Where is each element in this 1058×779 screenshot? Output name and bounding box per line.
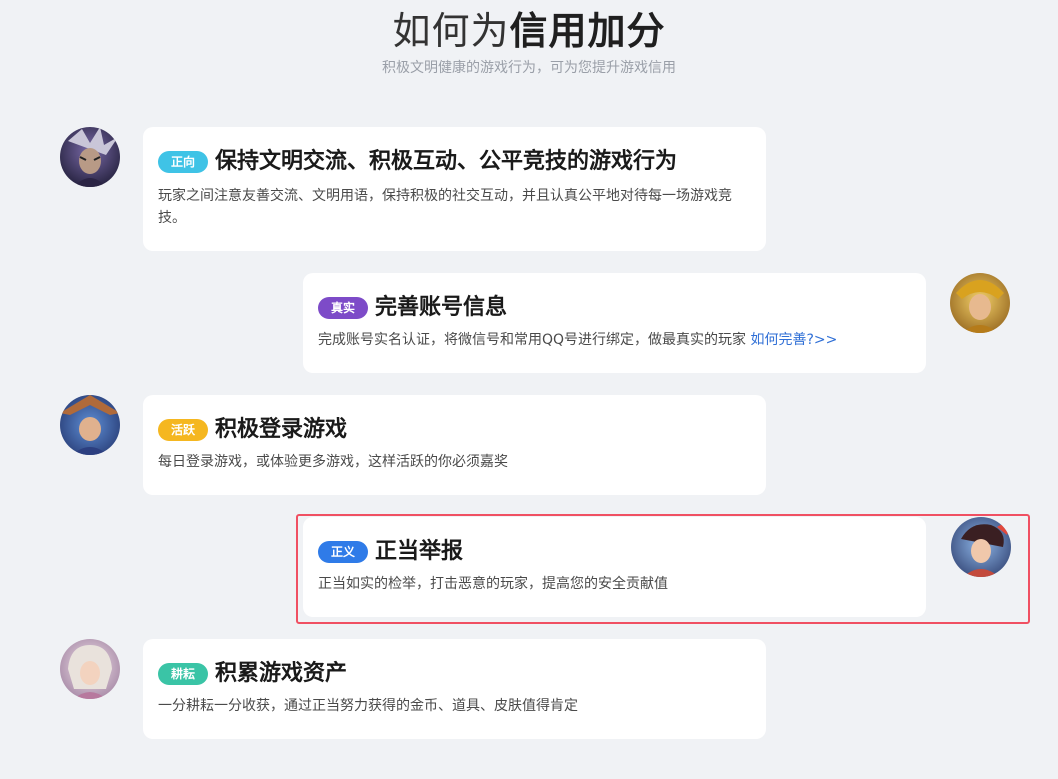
card-description: 一分耕耘一分收获，通过正当努力获得的金币、道具、皮肤值得肯定: [158, 698, 578, 714]
card-description: 玩家之间注意友善交流、文明用语，保持积极的社交互动，并且认真公平地对待每一场游戏…: [158, 188, 732, 226]
page-title-normal: 如何为: [392, 9, 510, 53]
card-header: 耕耘 积累游戏资产: [158, 659, 347, 689]
card-title: 完善账号信息: [375, 295, 508, 320]
page-title: 如何为信用加分: [0, 8, 1058, 54]
card-account-info: 真实 完善账号信息 完成账号实名认证，将微信号和常用QQ号进行绑定，做最真实的玩…: [303, 273, 926, 373]
tag-badge: 活跃: [158, 419, 209, 441]
dark-knight-avatar-icon: [60, 127, 120, 187]
card-description-text: 完成账号实名认证，将微信号和常用QQ号进行绑定，做最真实的玩家: [318, 332, 747, 348]
card-title: 积累游戏资产: [215, 661, 348, 686]
card-title: 积极登录游戏: [215, 417, 348, 442]
card-header: 真实 完善账号信息: [318, 293, 507, 323]
card-description: 正当如实的检举，打击恶意的玩家，提高您的安全贡献值: [318, 576, 668, 592]
card-civil-behavior: 正向 保持文明交流、积极互动、公平竞技的游戏行为 玩家之间注意友善交流、文明用语…: [143, 127, 766, 251]
how-to-complete-link[interactable]: 如何完善?>>: [751, 332, 838, 348]
card-proper-report: 正义 正当举报 正当如实的检举，打击恶意的玩家，提高您的安全贡献值: [303, 517, 926, 617]
page-title-bold: 信用加分: [509, 9, 666, 53]
tag-badge: 正义: [318, 541, 369, 563]
tag-badge: 耕耘: [158, 663, 209, 685]
card-title: 正当举报: [375, 539, 464, 564]
card-active-login: 活跃 积极登录游戏 每日登录游戏，或体验更多游戏，这样活跃的你必须嘉奖: [143, 395, 766, 495]
red-plume-heroine-avatar-icon: [951, 517, 1011, 577]
card-description: 每日登录游戏，或体验更多游戏，这样活跃的你必须嘉奖: [158, 454, 508, 470]
card-accumulate-assets: 耕耘 积累游戏资产 一分耕耘一分收获，通过正当努力获得的金币、道具、皮肤值得肯定: [143, 639, 766, 739]
card-title: 保持文明交流、积极互动、公平竞技的游戏行为: [215, 149, 678, 174]
page-subtitle: 积极文明健康的游戏行为，可为您提升游戏信用: [382, 60, 676, 76]
card-header: 正义 正当举报: [318, 537, 463, 567]
card-description: 完成账号实名认证，将微信号和常用QQ号进行绑定，做最真实的玩家 如何完善?>>: [318, 329, 908, 351]
card-header: 活跃 积极登录游戏: [158, 415, 347, 445]
tag-badge: 真实: [318, 297, 369, 319]
card-header: 正向 保持文明交流、积极互动、公平竞技的游戏行为: [158, 147, 677, 177]
straw-hat-hero-avatar-icon: [60, 395, 120, 455]
tag-badge: 正向: [158, 151, 209, 173]
silver-hair-heroine-avatar-icon: [60, 639, 120, 699]
golden-warrior-avatar-icon: [950, 273, 1010, 333]
